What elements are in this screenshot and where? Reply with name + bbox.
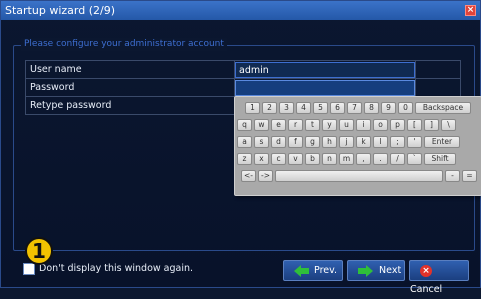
keyboard-key[interactable]: t [305, 119, 320, 131]
keyboard-key[interactable]: -> [258, 170, 273, 182]
keyboard-key[interactable]: 8 [364, 102, 379, 114]
keyboard-key[interactable]: c [271, 153, 286, 165]
username-field[interactable]: admin [235, 61, 415, 78]
keyboard-key[interactable]: l [373, 136, 388, 148]
username-label: User name [25, 60, 235, 79]
keyboard-key[interactable]: 3 [279, 102, 294, 114]
keyboard-key[interactable]: ` [407, 153, 422, 165]
close-icon[interactable]: × [465, 5, 476, 16]
keyboard-key[interactable]: ' [407, 136, 422, 148]
keyboard-key[interactable]: 7 [347, 102, 362, 114]
keyboard-key[interactable]: d [271, 136, 286, 148]
cancel-button[interactable]: × Cancel [409, 260, 469, 295]
keyboard-key[interactable]: f [288, 136, 303, 148]
keyboard-key[interactable]: - [445, 170, 460, 182]
keyboard-key[interactable]: 9 [381, 102, 396, 114]
keyboard-key[interactable]: n [322, 153, 337, 165]
space-key[interactable] [275, 170, 443, 182]
arrow-right-icon [358, 264, 373, 277]
startup-wizard-window: Startup wizard (2/9) × Please configure … [0, 0, 481, 295]
keyboard-key[interactable]: / [390, 153, 405, 165]
keyboard-key[interactable]: u [339, 119, 354, 131]
keyboard-key[interactable]: Backspace [415, 102, 471, 114]
dont-display-label: Don't display this window again. [39, 263, 194, 274]
keyboard-key[interactable]: b [305, 153, 320, 165]
cancel-button-label: Cancel [410, 284, 443, 295]
keyboard-key[interactable]: 4 [296, 102, 311, 114]
keyboard-key[interactable]: Shift [424, 153, 456, 165]
on-screen-keyboard: 1 2 3 4 5 6 7 8 9 0 Backspace q w e r t y u i o p[] \ a s d f g h j k… [234, 96, 481, 196]
x-circle-icon: × [420, 264, 432, 277]
callout-badge: 1 [25, 237, 53, 265]
keyboard-key[interactable]: = [462, 170, 477, 182]
arrow-left-icon [294, 264, 309, 277]
keyboard-key[interactable]: 5 [313, 102, 328, 114]
keyboard-key[interactable]: q [237, 119, 252, 131]
keyboard-key[interactable]: v [288, 153, 303, 165]
title-bar: Startup wizard (2/9) × [1, 1, 480, 20]
group-legend: Please configure your administrator acco… [21, 38, 227, 51]
keyboard-key[interactable]: , [356, 153, 371, 165]
keyboard-key[interactable]: 1 [245, 102, 260, 114]
keyboard-key[interactable]: a [237, 136, 252, 148]
keyboard-key[interactable]: \ [441, 119, 456, 131]
keyboard-key[interactable]: e [271, 119, 286, 131]
keyboard-key[interactable]: 6 [330, 102, 345, 114]
keyboard-key[interactable]: . [373, 153, 388, 165]
keyboard-key[interactable]: p [390, 119, 405, 131]
dont-display-checkbox[interactable] [23, 263, 35, 275]
next-button[interactable]: Next [347, 260, 405, 281]
prev-button[interactable]: Prev. [283, 260, 343, 281]
keyboard-key[interactable]: g [305, 136, 320, 148]
keyboard-key[interactable]: j [339, 136, 354, 148]
keyboard-key[interactable]: k [356, 136, 371, 148]
keyboard-key[interactable]: 0 [398, 102, 413, 114]
keyboard-key[interactable]: ] [424, 119, 439, 131]
keyboard-key[interactable]: o [373, 119, 388, 131]
form-row-username: User name admin [25, 60, 461, 79]
form-row-password: Password [25, 78, 461, 97]
keyboard-key[interactable]: m [339, 153, 354, 165]
window-title: Startup wizard (2/9) [5, 4, 115, 17]
keyboard-key[interactable]: 2 [262, 102, 277, 114]
keyboard-key[interactable]: [ [407, 119, 422, 131]
keyboard-key[interactable]: <- [241, 170, 256, 182]
keyboard-key[interactable]: i [356, 119, 371, 131]
keyboard-key[interactable]: ; [390, 136, 405, 148]
keyboard-key[interactable]: s [254, 136, 269, 148]
next-button-label: Next [379, 265, 402, 276]
empty-cell [415, 60, 461, 79]
retype-password-label: Retype password [25, 96, 235, 115]
password-label: Password [25, 78, 235, 97]
keyboard-key[interactable]: r [288, 119, 303, 131]
prev-button-label: Prev. [314, 265, 338, 276]
empty-cell [415, 78, 461, 97]
keyboard-key[interactable]: w [254, 119, 269, 131]
keyboard-key[interactable]: z [237, 153, 252, 165]
keyboard-key[interactable]: Enter [424, 136, 460, 148]
keyboard-key[interactable]: x [254, 153, 269, 165]
keyboard-key[interactable]: h [322, 136, 337, 148]
password-field[interactable] [235, 79, 415, 96]
keyboard-key[interactable]: y [322, 119, 337, 131]
